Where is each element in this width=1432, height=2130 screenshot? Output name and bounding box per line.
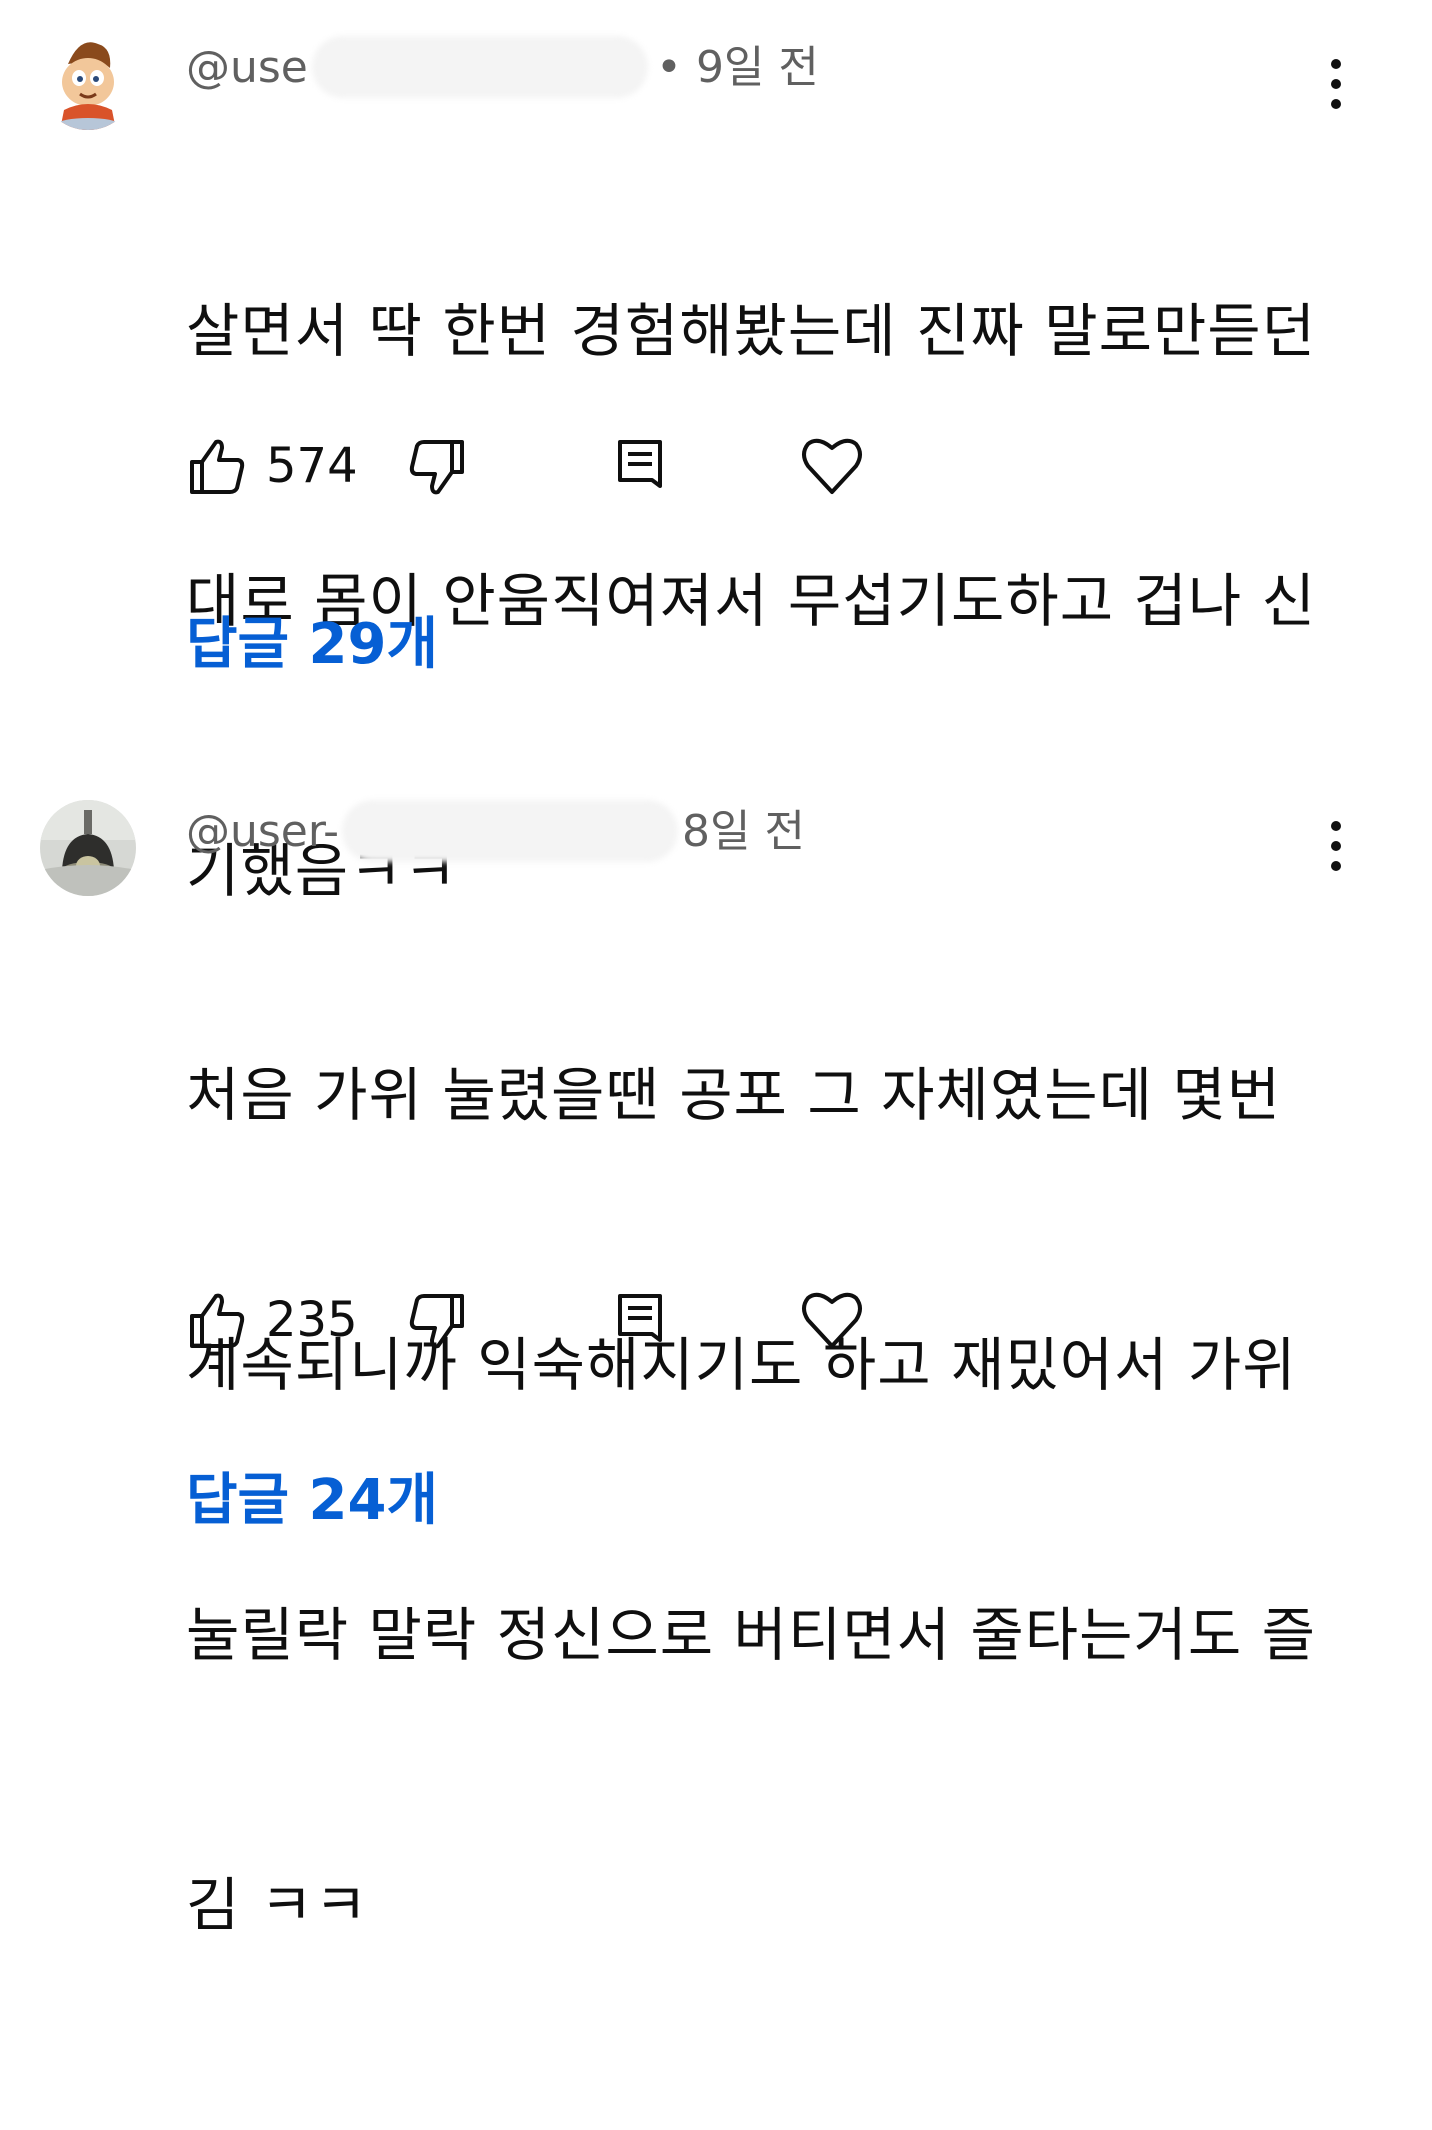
comment-line: 눌릴락 말락 정신으로 버티면서 줄타는거도 즐 xyxy=(186,1601,1317,1669)
comment-1: @use • 9일 전 살면서 딱 한번 경험해봤는데 진짜 말로만듣던 대로 … xyxy=(0,0,1432,905)
view-replies-button[interactable]: 답글 29개 xyxy=(186,610,438,680)
comment-time: 8일 전 xyxy=(682,806,805,857)
comment-actions: 574 xyxy=(186,434,986,498)
redacted-handle xyxy=(342,800,678,862)
avatar[interactable] xyxy=(40,800,136,896)
reply-icon[interactable] xyxy=(614,1288,666,1352)
comment-line: 김 ㅋㅋ xyxy=(186,1871,369,1939)
comment-2: @user- 8일 전 처음 가위 눌렸을땐 공포 그 자체였는데 몇번 계속되… xyxy=(0,760,1432,1939)
avatar[interactable] xyxy=(40,34,136,130)
comment-line: 처음 가위 눌렸을땐 공포 그 자체였는데 몇번 xyxy=(186,1061,1282,1129)
comment-actions: 235 xyxy=(186,1288,986,1352)
author-handle[interactable]: @user- xyxy=(186,806,339,857)
thumbs-down-icon[interactable] xyxy=(408,1288,468,1352)
cartoon-boy-avatar-icon xyxy=(40,34,136,130)
comment-time: • 9일 전 xyxy=(656,42,819,93)
comment-meta: @use xyxy=(186,38,308,98)
like-count: 235 xyxy=(266,1292,358,1348)
heart-icon[interactable] xyxy=(800,1288,864,1352)
heart-icon[interactable] xyxy=(800,434,864,498)
like-count: 574 xyxy=(266,438,358,494)
thumbs-down-icon[interactable] xyxy=(408,434,468,498)
reply-icon[interactable] xyxy=(614,434,666,498)
thumbs-up-icon[interactable] xyxy=(186,434,246,498)
redacted-handle xyxy=(312,36,648,98)
comment-meta: @user- xyxy=(186,802,339,862)
thumbs-up-icon[interactable] xyxy=(186,1288,246,1352)
view-replies-button[interactable]: 답글 24개 xyxy=(186,1466,438,1536)
comment-line: 살면서 딱 한번 경험해봤는데 진짜 말로만듣던 xyxy=(186,297,1317,365)
lamp-photo-avatar-icon xyxy=(40,800,136,896)
author-handle[interactable]: @use xyxy=(186,42,308,93)
